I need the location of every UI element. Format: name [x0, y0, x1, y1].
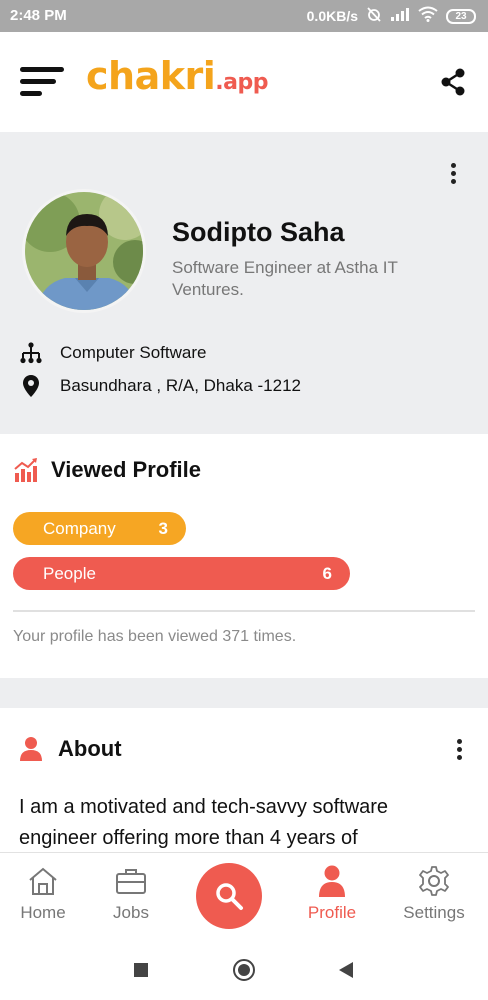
nav-home-label: Home	[20, 903, 66, 922]
profile-views-note: Your profile has been viewed 371 times.	[13, 628, 297, 645]
nav-home[interactable]: Home	[3, 865, 83, 923]
analytics-icon	[13, 457, 39, 483]
viewed-profile-section: Viewed Profile Company 3 People 6 Your p…	[0, 434, 488, 678]
nav-settings-label: Settings	[403, 903, 465, 922]
industry-row: Computer Software	[20, 342, 206, 364]
company-label: Company	[43, 518, 116, 538]
nav-jobs-label: Jobs	[113, 903, 149, 922]
nav-profile-label: Profile	[307, 903, 357, 922]
about-text: I am a motivated and tech-savvy software…	[19, 796, 389, 849]
status-time: 2:48 PM	[10, 7, 67, 24]
nav-profile[interactable]: Profile	[292, 865, 372, 923]
home-button-icon[interactable]	[232, 958, 256, 987]
viewed-profile-title: Viewed Profile	[51, 457, 201, 482]
logo-suffix: .app	[215, 70, 268, 95]
section-gap	[0, 678, 488, 708]
home-icon	[27, 865, 59, 897]
about-title: About	[58, 736, 122, 761]
avatar	[22, 189, 146, 313]
industry-text: Computer Software	[60, 343, 207, 362]
app-logo: chakri.app	[86, 54, 268, 98]
search-button[interactable]	[196, 863, 262, 929]
gear-icon	[418, 865, 450, 897]
alarm-off-icon	[366, 6, 382, 26]
back-icon[interactable]	[338, 961, 354, 984]
people-views-bar: People 6	[13, 557, 350, 590]
org-chart-icon	[20, 342, 42, 364]
signal-icon	[390, 7, 410, 25]
briefcase-icon	[115, 865, 147, 897]
address-row: Basundhara , R/A, Dhaka -1212	[20, 375, 301, 397]
status-right: 0.0KB/s 23	[307, 6, 476, 26]
profile-name: Sodipto Saha	[172, 217, 345, 247]
status-bar: 2:48 PM 0.0KB/s 23	[0, 0, 488, 32]
recents-icon[interactable]	[133, 962, 149, 983]
about-section: About I am a motivated and tech-savvy so…	[0, 708, 488, 852]
profile-card: Sodipto Saha Software Engineer at Astha …	[0, 132, 488, 434]
company-count: 3	[158, 518, 168, 538]
battery-icon: 23	[446, 8, 476, 24]
about-more-icon[interactable]	[457, 739, 463, 763]
address-text: Basundhara , R/A, Dhaka -1212	[60, 376, 301, 395]
search-icon	[214, 881, 244, 911]
network-speed: 0.0KB/s	[306, 8, 358, 24]
person-icon	[20, 737, 42, 761]
profile-title: Software Engineer at Astha IT Ventures.	[172, 258, 398, 299]
company-views-bar: Company 3	[13, 512, 186, 545]
logo-main: chakri	[86, 54, 216, 98]
nav-jobs[interactable]: Jobs	[91, 865, 171, 923]
location-pin-icon	[20, 375, 42, 397]
system-nav-bar	[0, 940, 488, 1000]
profile-more-icon[interactable]	[451, 163, 457, 187]
nav-settings[interactable]: Settings	[394, 865, 474, 923]
people-label: People	[43, 563, 96, 583]
people-count: 6	[322, 563, 332, 583]
app-header: chakri.app	[0, 32, 488, 132]
about-heading: About	[20, 736, 122, 762]
share-icon[interactable]	[440, 68, 466, 96]
divider	[13, 610, 475, 612]
viewed-profile-heading: Viewed Profile	[13, 457, 201, 483]
wifi-icon	[418, 6, 438, 26]
menu-icon[interactable]	[20, 64, 66, 98]
profile-icon	[316, 865, 348, 897]
bottom-nav: Home Jobs Profile Settings	[0, 852, 488, 940]
